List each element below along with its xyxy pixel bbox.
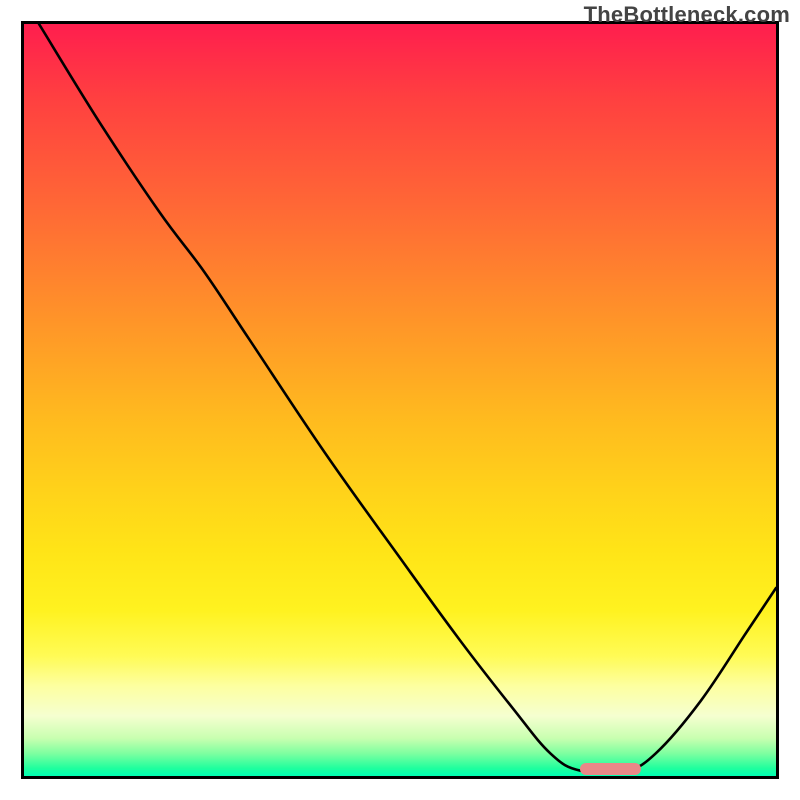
watermark-text: TheBottleneck.com [584, 2, 790, 28]
gradient-main [24, 24, 776, 776]
chart-frame: TheBottleneck.com [0, 0, 800, 800]
plot-area [24, 24, 776, 776]
optimal-marker [580, 763, 640, 775]
gradient-background [24, 24, 776, 776]
